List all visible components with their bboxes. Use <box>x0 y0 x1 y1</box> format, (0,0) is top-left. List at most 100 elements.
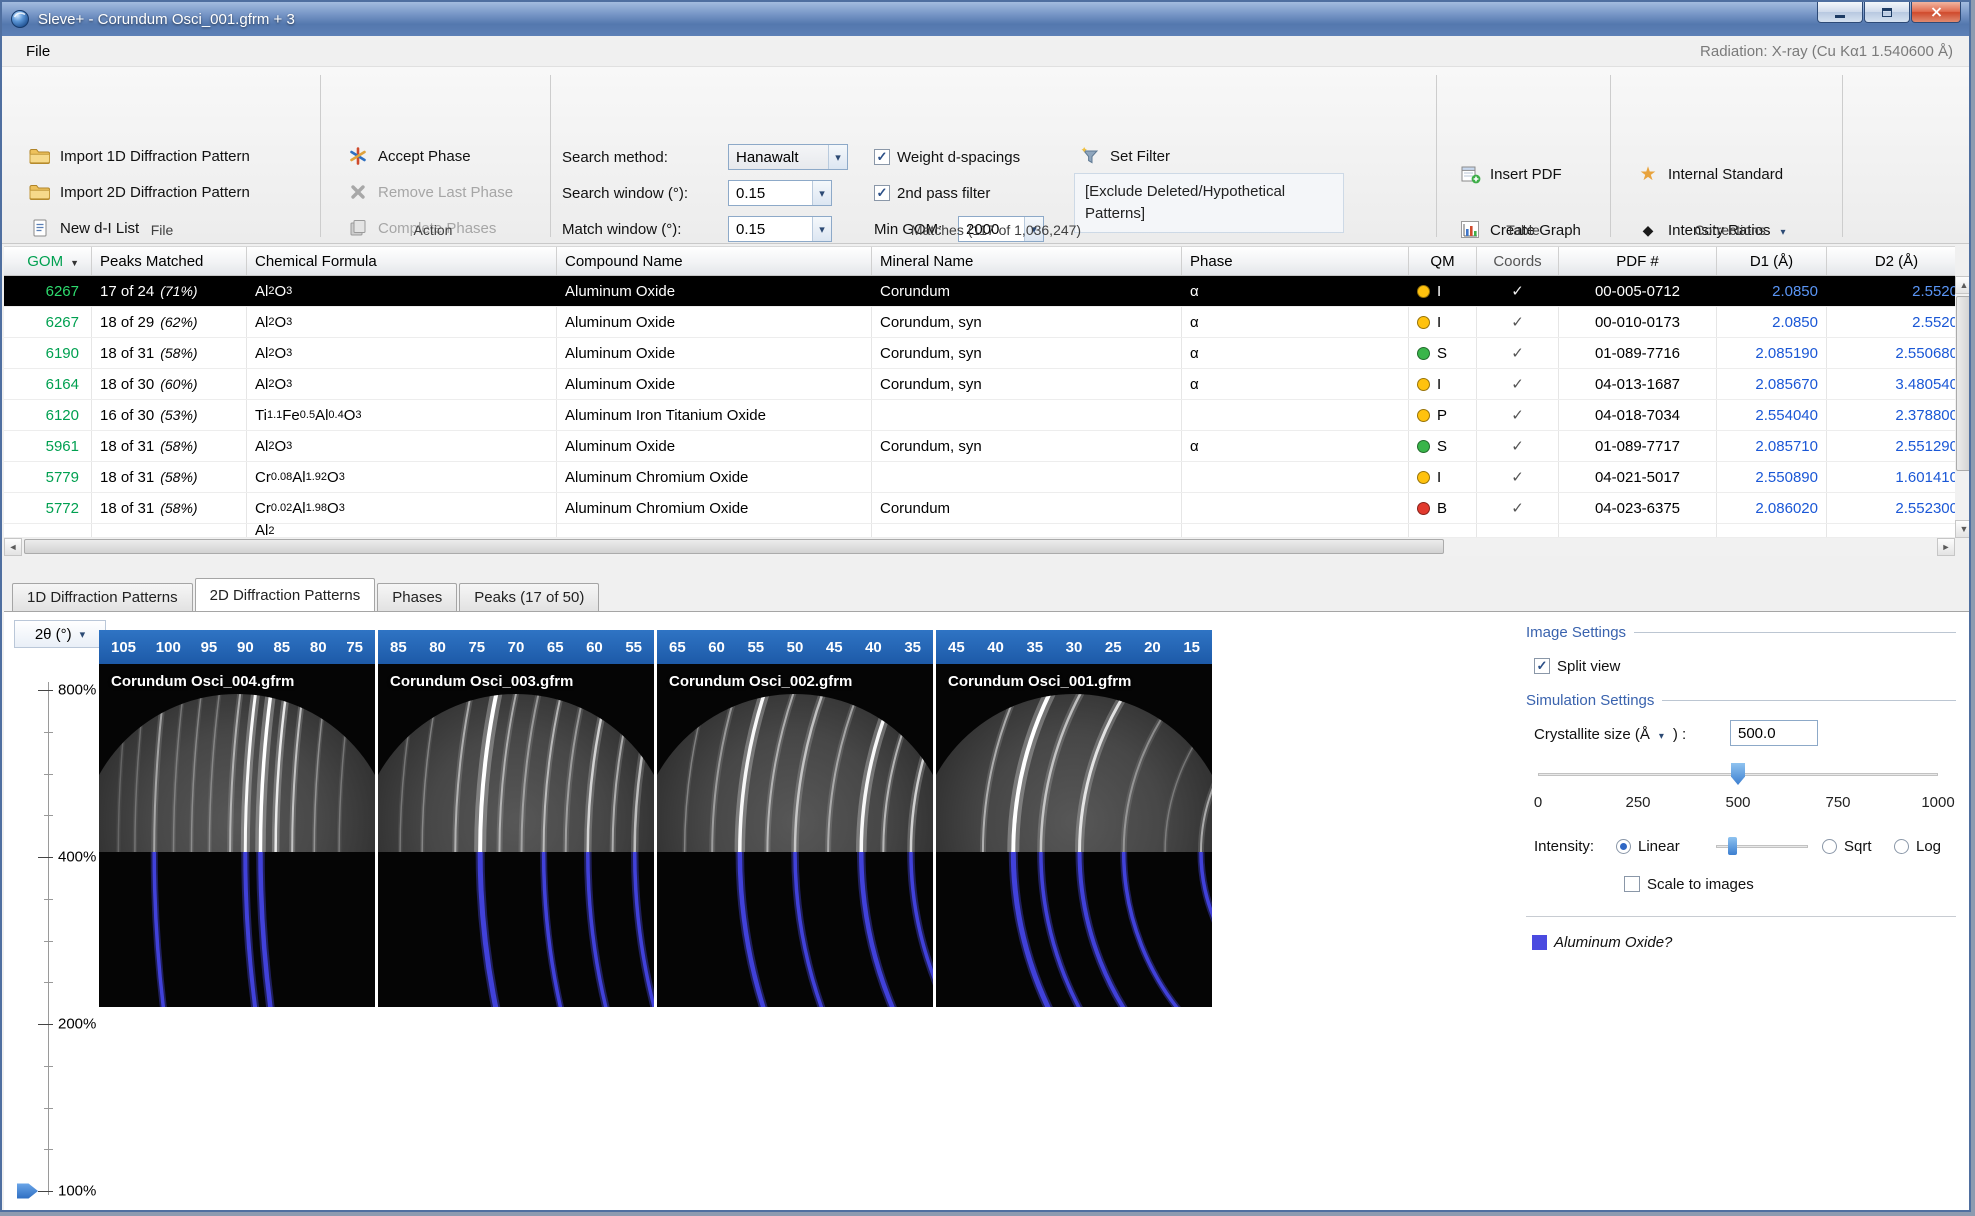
cell-coords: ✓ <box>1477 307 1559 337</box>
internal-standard-button[interactable]: ★ Internal Standard <box>1630 159 1789 189</box>
column-header[interactable]: PDF # <box>1559 247 1717 275</box>
tab-2d-diffraction-patterns[interactable]: 2D Diffraction Patterns <box>195 578 376 611</box>
close-button[interactable] <box>1911 2 1961 23</box>
remove-last-phase-button[interactable]: Remove Last Phase <box>340 177 519 207</box>
table-row[interactable]: 612016 of 30(53%)Ti1.1Fe0.5Al0.4O3Alumin… <box>4 400 1955 431</box>
maximize-button[interactable] <box>1864 2 1910 23</box>
column-header[interactable]: Chemical Formula <box>247 247 557 275</box>
chevron-down-icon[interactable] <box>828 145 847 169</box>
scale-tick-label: 20 <box>1144 639 1161 656</box>
table-hscrollbar[interactable] <box>4 538 1955 556</box>
diffraction-image[interactable]: Corundum Osci_002.gfrm <box>657 664 933 1007</box>
chevron-down-icon[interactable] <box>1657 726 1666 743</box>
scale-tick-label: 35 <box>904 639 921 656</box>
two-theta-label: 2θ (°) <box>35 626 72 643</box>
column-header[interactable]: Mineral Name <box>872 247 1182 275</box>
zoom-track[interactable] <box>48 682 49 1195</box>
cell-gom: 5779 <box>4 462 92 492</box>
tab-1d-diffraction-patterns[interactable]: 1D Diffraction Patterns <box>12 583 193 611</box>
scroll-down-button[interactable] <box>1955 520 1971 538</box>
crystallite-slider[interactable] <box>1538 764 1938 786</box>
pattern-panel: 85807570656055Corundum Osci_003.gfrm <box>378 630 654 1007</box>
column-header[interactable]: QM <box>1409 247 1477 275</box>
zoom-minor-tick <box>44 732 53 733</box>
table-row[interactable]: Al2 <box>4 524 1955 538</box>
crystallite-label-suffix: ) : <box>1673 726 1686 743</box>
cell-qm: I <box>1409 276 1477 306</box>
intensity-log-radio[interactable]: Log <box>1894 836 1941 856</box>
intensity-sqrt-radio[interactable]: Sqrt <box>1822 836 1872 856</box>
pattern-filename-label: Corundum Osci_002.gfrm <box>669 673 852 690</box>
chevron-down-icon[interactable] <box>812 181 831 205</box>
cell-d2: 3.480540 <box>1827 369 1955 399</box>
column-header[interactable]: GOM <box>4 247 92 275</box>
cell-mineral-name: Corundum, syn <box>872 369 1182 399</box>
internal-standard-label: Internal Standard <box>1668 166 1783 183</box>
tab-peaks-17-of-50-[interactable]: Peaks (17 of 50) <box>459 583 599 611</box>
pattern-filename-label: Corundum Osci_004.gfrm <box>111 673 294 690</box>
column-header[interactable]: Phase <box>1182 247 1409 275</box>
tab-phases[interactable]: Phases <box>377 583 457 611</box>
minimize-button[interactable] <box>1817 2 1863 23</box>
zoom-thumb[interactable] <box>17 1184 38 1199</box>
scroll-up-button[interactable] <box>1955 276 1971 294</box>
split-view-label: Split view <box>1557 658 1620 675</box>
diffraction-image[interactable]: Corundum Osci_003.gfrm <box>378 664 654 1007</box>
cell-compound-name: Aluminum Oxide <box>557 369 872 399</box>
table-row[interactable]: 596118 of 31(58%)Al2O3Aluminum OxideCoru… <box>4 431 1955 462</box>
vscroll-track[interactable] <box>1955 294 1971 520</box>
diffraction-image[interactable]: Corundum Osci_004.gfrm <box>99 664 375 1007</box>
weight-d-spacings-checkbox[interactable]: Weight d-spacings <box>874 147 1020 167</box>
insert-pdf-button[interactable]: Insert PDF <box>1452 159 1568 189</box>
scroll-left-button[interactable] <box>4 538 22 556</box>
slider-tick-labels: 02505007501000 <box>1538 794 1938 812</box>
cell-qm: I <box>1409 307 1477 337</box>
zoom-level-label: 400% <box>58 849 96 866</box>
intensity-slider-thumb[interactable] <box>1728 837 1737 855</box>
cell-peaks-matched: 18 of 30(60%) <box>92 369 247 399</box>
second-pass-filter-checkbox[interactable]: 2nd pass filter <box>874 183 990 203</box>
cell-d2: 2.5520 <box>1827 276 1955 306</box>
intensity-slider[interactable] <box>1716 837 1808 855</box>
two-theta-axis-dropdown[interactable]: 2θ (°) <box>14 620 106 648</box>
hscroll-track[interactable] <box>22 538 1937 556</box>
crystallite-slider-thumb[interactable] <box>1731 763 1745 785</box>
table-row[interactable]: 626717 of 24(71%)Al2O3Aluminum OxideCoru… <box>4 276 1955 307</box>
menu-file[interactable]: File <box>18 41 58 62</box>
hscroll-thumb[interactable] <box>24 539 1444 554</box>
remove-last-phase-label: Remove Last Phase <box>378 184 513 201</box>
cell-peaks-matched: 18 of 31(58%) <box>92 431 247 461</box>
column-header[interactable]: D1 (Å) <box>1717 247 1827 275</box>
crystallite-size-input[interactable]: 500.0 <box>1730 720 1818 746</box>
scale-tick-label: 60 <box>586 639 603 656</box>
table-row[interactable]: 577918 of 31(58%)Cr0.08Al1.92O3Aluminum … <box>4 462 1955 493</box>
search-window-input[interactable]: 0.15 <box>728 180 832 206</box>
set-filter-button[interactable]: Set Filter <box>1072 141 1176 171</box>
intensity-linear-radio[interactable]: Linear <box>1616 836 1680 856</box>
table-row[interactable]: 619018 of 31(58%)Al2O3Aluminum OxideCoru… <box>4 338 1955 369</box>
search-method-select[interactable]: Hanawalt <box>728 144 848 170</box>
cell-gom: 5961 <box>4 431 92 461</box>
column-header[interactable]: D2 (Å) <box>1827 247 1955 275</box>
column-header[interactable]: Coords <box>1477 247 1559 275</box>
import-1d-button[interactable]: Import 1D Diffraction Pattern <box>22 141 256 171</box>
search-window-value: 0.15 <box>736 185 812 202</box>
table-row[interactable]: 577218 of 31(58%)Cr0.02Al1.98O3Aluminum … <box>4 493 1955 524</box>
column-header[interactable]: Peaks Matched <box>92 247 247 275</box>
scroll-right-button[interactable] <box>1937 538 1955 556</box>
split-view-checkbox[interactable]: Split view <box>1534 656 1620 676</box>
import-2d-button[interactable]: Import 2D Diffraction Pattern <box>22 177 256 207</box>
column-header[interactable]: Compound Name <box>557 247 872 275</box>
zoom-major-tick <box>38 857 53 858</box>
table-row[interactable]: 616418 of 30(60%)Al2O3Aluminum OxideCoru… <box>4 369 1955 400</box>
legend-item[interactable]: Aluminum Oxide? <box>1532 932 1672 952</box>
table-row[interactable]: 626718 of 29(62%)Al2O3Aluminum OxideCoru… <box>4 307 1955 338</box>
app-window: Sleve+ - Corundum Osci_001.gfrm + 3 File… <box>0 0 1971 1212</box>
accept-phase-button[interactable]: Accept Phase <box>340 141 477 171</box>
vscroll-thumb[interactable] <box>1956 296 1971 471</box>
titlebar[interactable]: Sleve+ - Corundum Osci_001.gfrm + 3 <box>2 2 1969 36</box>
table-vscrollbar[interactable] <box>1955 276 1971 538</box>
scale-to-images-checkbox[interactable]: Scale to images <box>1624 874 1754 894</box>
diffraction-image[interactable]: Corundum Osci_001.gfrm <box>936 664 1212 1007</box>
diffraction-rings <box>378 664 654 1007</box>
